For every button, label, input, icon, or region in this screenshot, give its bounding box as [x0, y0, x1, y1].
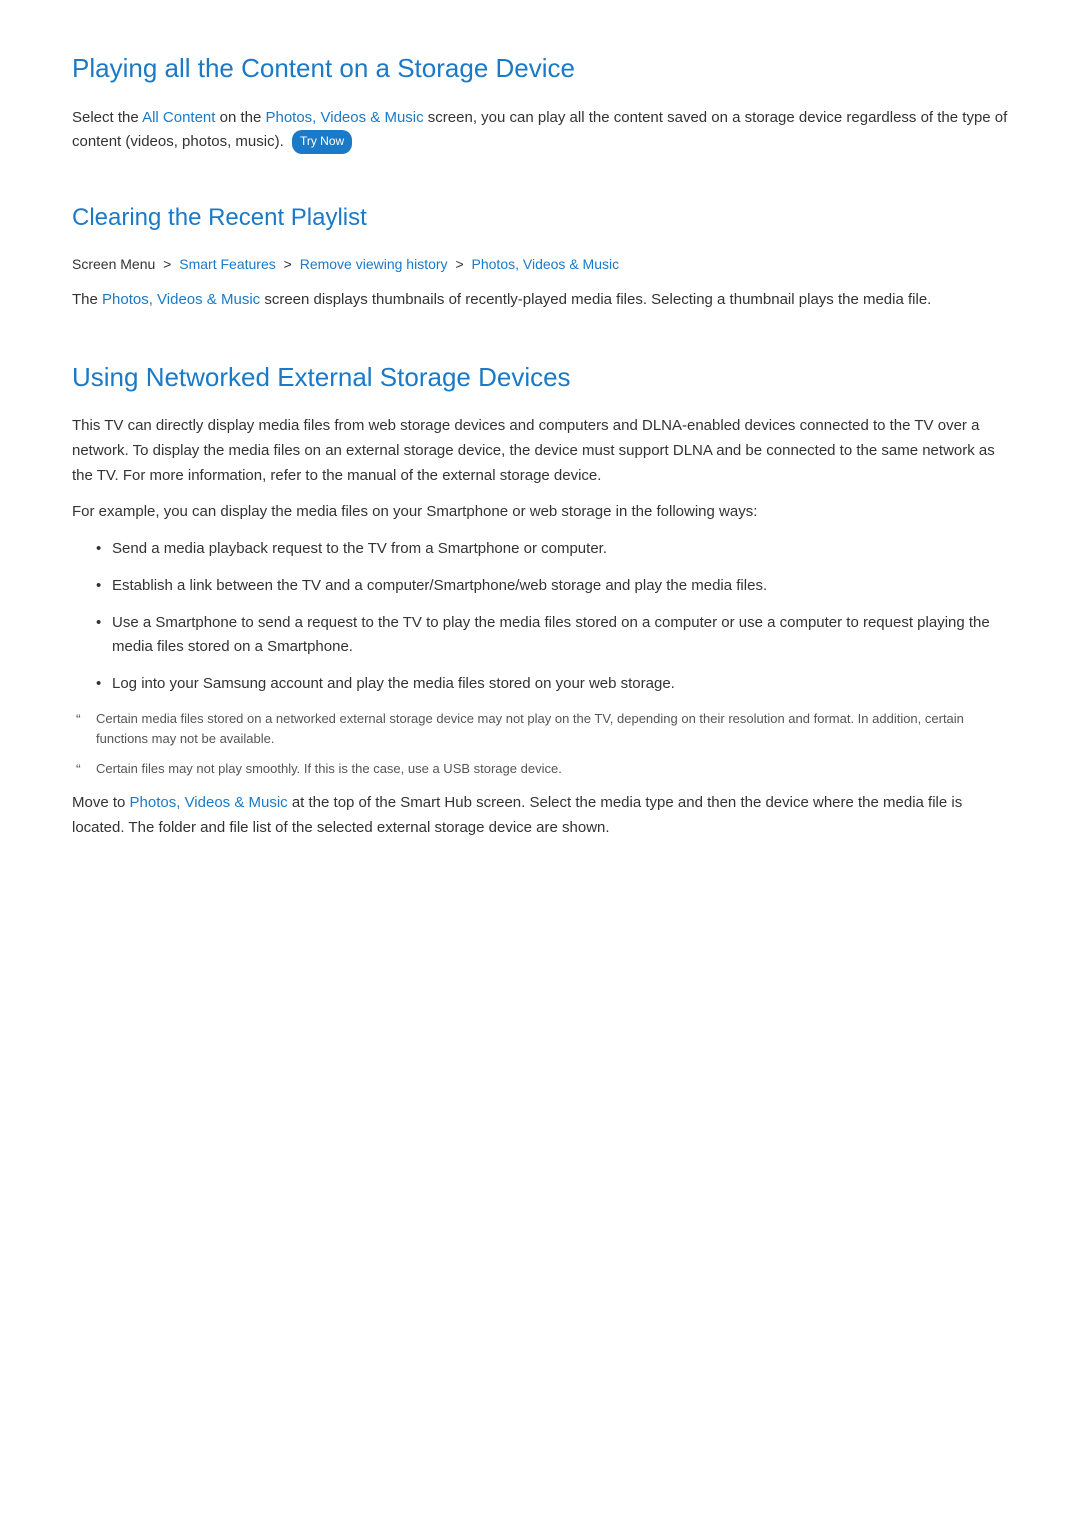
paragraph-clearing: The Photos, Videos & Music screen displa… — [72, 288, 1008, 313]
bullet-list-networked: Send a media playback request to the TV … — [72, 537, 1008, 697]
breadcrumb-smart-features[interactable]: Smart Features — [179, 256, 275, 272]
note-list-networked: Certain media files stored on a networke… — [72, 709, 1008, 779]
link-photos-videos-music-3[interactable]: Photos, Videos & Music — [130, 794, 288, 811]
link-all-content[interactable]: All Content — [142, 109, 215, 126]
link-photos-videos-music-1[interactable]: Photos, Videos & Music — [265, 109, 423, 126]
section-networked-storage: Using Networked External Storage Devices… — [72, 349, 1008, 841]
section-title-playing: Playing all the Content on a Storage Dev… — [72, 40, 1008, 90]
list-item-1: Send a media playback request to the TV … — [96, 537, 1008, 562]
breadcrumb-remove-viewing-history[interactable]: Remove viewing history — [300, 256, 448, 272]
section-playing-all-content: Playing all the Content on a Storage Dev… — [72, 40, 1008, 155]
list-item-2: Establish a link between the TV and a co… — [96, 574, 1008, 599]
list-item-4: Log into your Samsung account and play t… — [96, 672, 1008, 697]
page-content: Playing all the Content on a Storage Dev… — [72, 40, 1008, 841]
paragraph-networked-3: Move to Photos, Videos & Music at the to… — [72, 791, 1008, 841]
paragraph-networked-2: For example, you can display the media f… — [72, 500, 1008, 525]
breadcrumb-separator-1: > — [163, 256, 175, 272]
link-photos-videos-music-2[interactable]: Photos, Videos & Music — [102, 291, 260, 308]
try-now-button[interactable]: Try Now — [292, 130, 352, 154]
breadcrumb-screen-menu: Screen Menu — [72, 256, 155, 272]
note-item-1: Certain media files stored on a networke… — [72, 709, 1008, 749]
note-item-2: Certain files may not play smoothly. If … — [72, 759, 1008, 779]
section-title-networked: Using Networked External Storage Devices — [72, 349, 1008, 399]
paragraph-playing: Select the All Content on the Photos, Vi… — [72, 106, 1008, 156]
section-title-clearing: Clearing the Recent Playlist — [72, 191, 1008, 237]
paragraph-networked-1: This TV can directly display media files… — [72, 414, 1008, 488]
breadcrumb-separator-3: > — [455, 256, 467, 272]
breadcrumb-separator-2: > — [284, 256, 296, 272]
breadcrumb-clearing: Screen Menu > Smart Features > Remove vi… — [72, 253, 1008, 275]
section-clearing-playlist: Clearing the Recent Playlist Screen Menu… — [72, 191, 1008, 313]
breadcrumb-photos-videos-music[interactable]: Photos, Videos & Music — [472, 256, 620, 272]
list-item-3: Use a Smartphone to send a request to th… — [96, 611, 1008, 661]
